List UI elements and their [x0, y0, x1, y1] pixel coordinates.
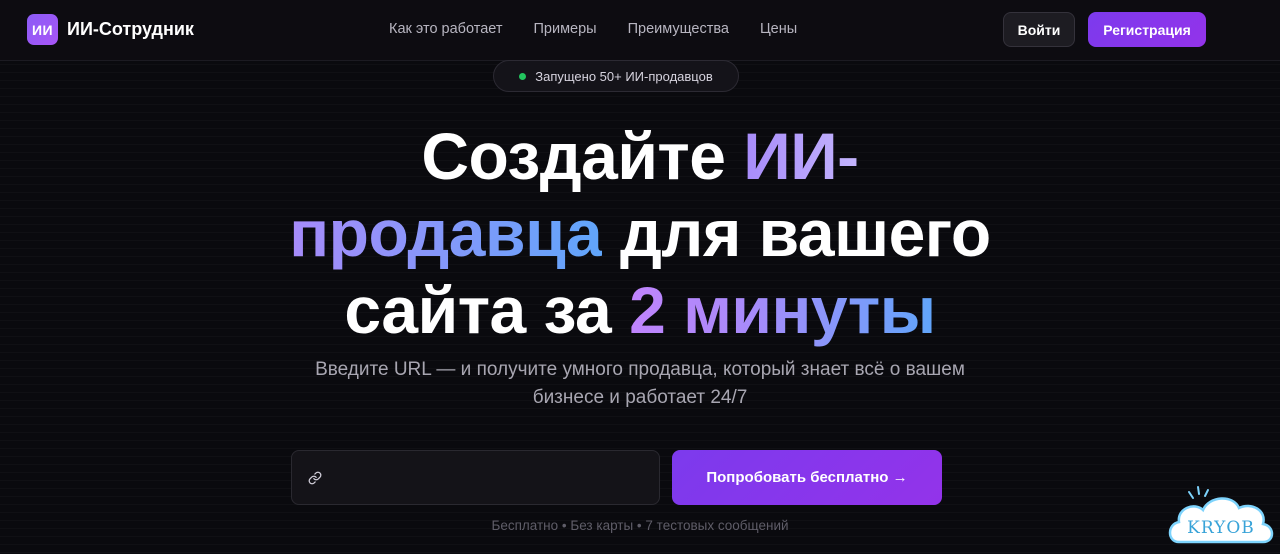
brand-logo[interactable]: ИИ ИИ-Сотрудник	[27, 14, 194, 45]
headline-part-4: для вашего	[602, 196, 991, 270]
watermark-logo: KRYOB	[1165, 484, 1277, 552]
nav-link-how-it-works[interactable]: Как это работает	[389, 21, 502, 37]
nav-link-advantages[interactable]: Преимущества	[628, 21, 729, 37]
link-icon	[307, 470, 323, 486]
headline-highlight-minutes: 2 минуты	[629, 273, 936, 347]
try-free-button[interactable]: Попробовать бесплатно →	[672, 450, 942, 505]
nav-link-examples[interactable]: Примеры	[533, 21, 596, 37]
headline-highlight-seller: продавца	[289, 196, 603, 270]
url-input-container[interactable]	[291, 450, 660, 505]
brand-name: ИИ-Сотрудник	[67, 19, 194, 39]
status-dot-icon	[519, 72, 527, 80]
headline-part-5: сайта за	[344, 273, 630, 347]
landing-page: ИИ ИИ-Сотрудник Как это работает Примеры…	[0, 0, 1280, 554]
nav-link-prices[interactable]: Цены	[760, 21, 797, 37]
hero-headline: Создайте ИИ- продавца для вашего сайта з…	[140, 118, 1140, 349]
hero-subtitle: Введите URL — и получите умного продавца…	[315, 359, 965, 408]
main-nav: Как это работает Примеры Преимущества Це…	[389, 21, 797, 37]
top-navbar: ИИ ИИ-Сотрудник Как это работает Примеры…	[0, 0, 1280, 61]
logo-icon: ИИ	[27, 14, 58, 45]
launch-badge-text: Запущено 50+ ИИ-продавцов	[535, 68, 713, 84]
launch-status-badge: Запущено 50+ ИИ-продавцов	[493, 60, 739, 92]
headline-highlight-ai: ИИ-	[743, 119, 859, 193]
watermark-text: KRYOB	[1187, 518, 1255, 538]
headline-part-1: Создайте	[421, 119, 744, 193]
login-button[interactable]: Войти	[1003, 12, 1075, 47]
hero-footnote: Бесплатно • Без карты • 7 тестовых сообщ…	[491, 518, 789, 533]
url-input[interactable]	[323, 450, 659, 505]
register-button[interactable]: Регистрация	[1088, 12, 1206, 47]
